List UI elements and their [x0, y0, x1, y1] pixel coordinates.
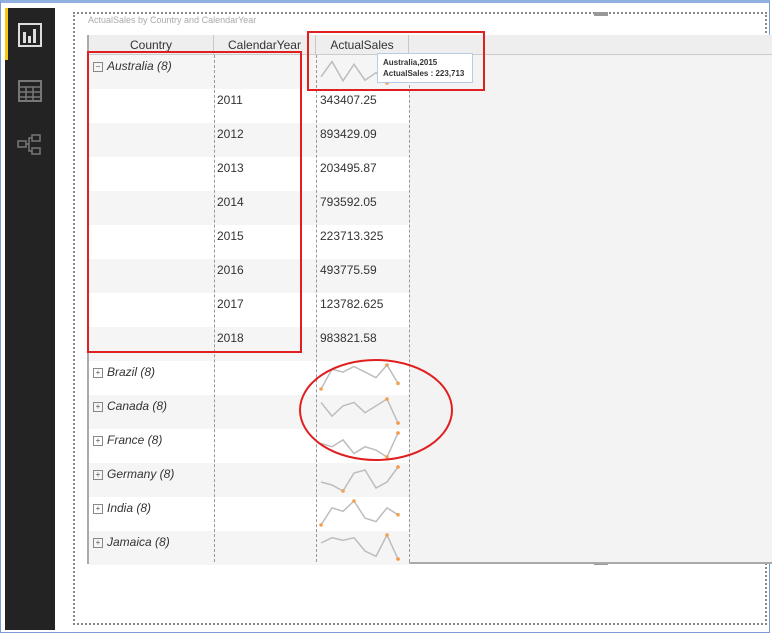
annotation-rectangle-header	[307, 31, 485, 91]
annotation-ellipse-sparklines	[299, 359, 453, 461]
annotation-rectangle-hierarchy	[87, 51, 302, 353]
annotation-layer	[87, 31, 485, 461]
